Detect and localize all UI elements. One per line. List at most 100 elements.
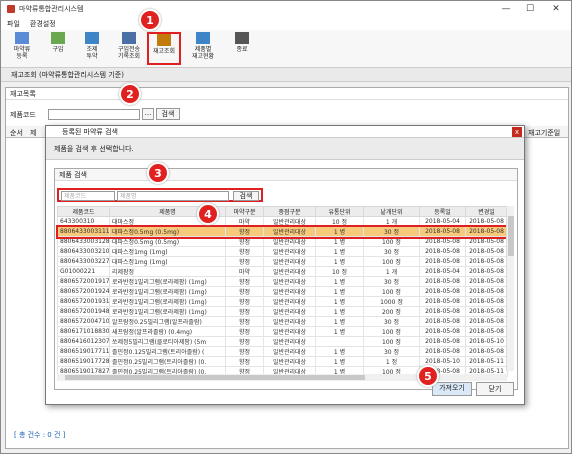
table-cell: 200 정	[363, 306, 420, 317]
table-cell: 향정	[225, 236, 264, 247]
box-title: 제품 검색	[55, 169, 517, 181]
panel-search-button[interactable]: 검색	[156, 108, 180, 120]
dialog-close-button[interactable]: 닫기	[476, 382, 514, 396]
table-row[interactable]: 8806433003227 대파스정1mg (1mg) 향정 일반관리대상 1 병 100…	[57, 256, 508, 267]
menu-bar: 파일 환경설정	[1, 17, 571, 30]
table-row[interactable]: 8806572001924 로라반정1밀리그램(로라제팜) (1mg) 향정 일반관리…	[57, 286, 508, 297]
table-cell: 8806572001948	[57, 306, 110, 317]
table-row[interactable]: 8806433003111 대파스정0.5mg (0.5mg) 향정 일반관리대상 1 …	[55, 224, 510, 239]
table-cell: 2018-05-04	[419, 266, 466, 277]
col-mod-date[interactable]: 변경일	[465, 206, 508, 217]
table-cell: 2018-05-08	[419, 326, 466, 337]
table-cell: 향정	[225, 306, 264, 317]
step-badge-3: 3	[147, 162, 169, 184]
table-cell: 1 병	[315, 226, 364, 237]
table-cell: 2018-05-11	[465, 356, 508, 367]
toolbar-stock-lookup-button[interactable]: 재고조회	[147, 32, 181, 65]
dialog-search-button[interactable]: 검색	[233, 191, 259, 201]
horizontal-scrollbar[interactable]	[57, 374, 507, 381]
col-focus-type[interactable]: 중점구분	[263, 206, 316, 217]
table-cell: 향정	[225, 356, 264, 367]
table-row[interactable]: 8806572001917 로라반정1밀리그램(로라제팜) (1mg) 향정 일반관리…	[57, 276, 508, 287]
table-cell: 일반관리대상	[263, 356, 316, 367]
code-label: 제품코드	[10, 111, 36, 119]
col-piece-unit[interactable]: 낱개단위	[363, 206, 420, 217]
table-row[interactable]: 8806433003128 대파스정0.5mg (0.5mg) 향정 일반관리대상 1 …	[57, 236, 508, 247]
purchase-icon	[51, 32, 65, 44]
register-icon	[15, 32, 29, 44]
col-drug-type[interactable]: 마약구분	[225, 206, 264, 217]
table-row[interactable]: 8806433003210 대파스정1mg (1mg) 향정 일반관리대상 1 병 30 …	[57, 246, 508, 257]
minimize-button[interactable]: —	[495, 1, 517, 17]
table-cell: 향정	[225, 226, 264, 237]
drug-search-dialog: 등록된 마약류 검색 x 제품을 검색 후 선택합니다. 제품 검색 제품코드 …	[45, 125, 525, 405]
product-code-input[interactable]	[48, 109, 140, 120]
table-cell: 2018-05-08	[465, 256, 508, 267]
table-cell: 알프람정0.25밀리그램(알프라졸람)	[109, 316, 226, 327]
table-cell: 쏘제정5밀리그램(클로티아제팜) (5m	[109, 336, 226, 347]
product-stock-icon	[196, 32, 210, 44]
hscroll-thumb[interactable]	[65, 375, 365, 380]
table-cell: 30 정	[363, 276, 420, 287]
toolbar-purchase-record-button[interactable]: 구입전송 기록조회	[111, 32, 147, 65]
table-row[interactable]: 8806572001948 로라반정1밀리그램(로라제팜) (1mg) 향정 일반관리…	[57, 306, 508, 317]
table-cell: 2018-05-08	[419, 236, 466, 247]
table-row[interactable]: 8806572001931 로라반정1밀리그램(로라제팜) (1mg) 향정 일반관리…	[57, 296, 508, 307]
table-cell: 향정	[225, 246, 264, 257]
table-cell: 대파스정0.5mg (0.5mg)	[109, 226, 226, 237]
table-row[interactable]: 8806171018830 새프람정(알프라졸람) (0.4mg) 향정 일반관리대상…	[57, 326, 508, 337]
toolbar-exit-button[interactable]: 종료	[225, 32, 259, 65]
toolbar: 마약류 등록 구입 조제 투약 구입전송 기록조회 재고조회 제품별 재고현황 …	[1, 30, 571, 68]
toolbar-prep-dose-button[interactable]: 조제 투약	[75, 32, 109, 65]
col-reg-date[interactable]: 등록일	[419, 206, 466, 217]
toolbar-product-stock-button[interactable]: 제품별 재고현황	[185, 32, 221, 65]
table-cell: 2018-05-08	[465, 316, 508, 327]
table-cell: 100 정	[363, 236, 420, 247]
import-button[interactable]: 가져오기	[432, 382, 472, 396]
table-cell: 8806171018830	[57, 326, 110, 337]
table-cell: 2018-05-08	[419, 276, 466, 287]
table-row[interactable]: 8806572004710 알프람정0.25밀리그램(알프라졸람) 향정 일반관리대상…	[57, 316, 508, 327]
step-badge-5: 5	[417, 365, 439, 387]
dialog-title-bar: 등록된 마약류 검색 x	[46, 126, 524, 138]
table-cell: 향정	[225, 276, 264, 287]
table-cell: 일반관리대상	[263, 306, 316, 317]
dialog-close-icon[interactable]: x	[512, 127, 522, 137]
toolbar-purchase-button[interactable]: 구입	[41, 32, 75, 65]
menu-file[interactable]: 파일	[7, 19, 20, 29]
table-cell: 일반관리대상	[263, 246, 316, 257]
table-header-row: 제품코드 제품명 마약구분 중점구분 유통단위 낱개단위 등록일 변경일	[57, 206, 508, 217]
menu-settings[interactable]: 환경설정	[30, 19, 56, 29]
table-cell: 졸민정0.25밀리그램(트리아졸람) (0.	[109, 356, 226, 367]
table-row[interactable]: 8806519017711 졸민정0.125밀리그램(트리아졸람) (향정 일반관리…	[57, 346, 508, 357]
table-cell: 1 병	[315, 346, 364, 357]
close-button[interactable]: ✕	[545, 1, 567, 17]
product-search-box: 제품 검색 제품코드 제품명 검색 제품코드 제품명 마약구분 중점구분 유통단…	[54, 168, 518, 390]
col-dist-unit[interactable]: 유통단위	[315, 206, 364, 217]
col-seq: 순서	[10, 129, 23, 137]
table-cell: 1 병	[315, 286, 364, 297]
col-product-code[interactable]: 제품코드	[57, 206, 110, 217]
toolbar-drug-register-button[interactable]: 마약류 등록	[5, 32, 39, 65]
exit-icon	[235, 32, 249, 44]
table-cell: 100 정	[363, 326, 420, 337]
scroll-thumb[interactable]	[508, 216, 514, 256]
table-cell: 일반관리대상	[263, 266, 316, 277]
table-cell: 1 병	[315, 356, 364, 367]
table-cell: 30 정	[363, 316, 420, 327]
table-row[interactable]: G01000221 리제팜정 마약 일반관리대상 10 정1 개 2018-05-04 20…	[57, 266, 508, 277]
table-cell: 100 정	[363, 256, 420, 267]
dialog-name-input[interactable]: 제품명	[117, 191, 229, 201]
table-cell: 일반관리대상	[263, 286, 316, 297]
table-row[interactable]: 8806416012307 쏘제정5밀리그램(클로티아제팜) (5m 향정 일반관리대…	[57, 336, 508, 347]
vertical-scrollbar[interactable]	[506, 206, 514, 371]
dialog-code-input[interactable]: 제품코드	[61, 191, 115, 201]
table-cell: 2018-05-08	[419, 316, 466, 327]
table-cell: 1 병	[315, 316, 364, 327]
table-row[interactable]: 8806519017728 졸민정0.25밀리그램(트리아졸람) (0. 향정 일반관…	[57, 356, 508, 367]
table-cell: 1 개	[363, 216, 420, 227]
ellipsis-button[interactable]: ...	[142, 108, 154, 120]
table-row[interactable]: 643300310 대마스정 마약 일반관리대상 10 정1 개 2018-05-04 20…	[57, 216, 508, 227]
maximize-button[interactable]: ☐	[519, 1, 541, 17]
table-cell: 2018-05-08	[465, 216, 508, 227]
